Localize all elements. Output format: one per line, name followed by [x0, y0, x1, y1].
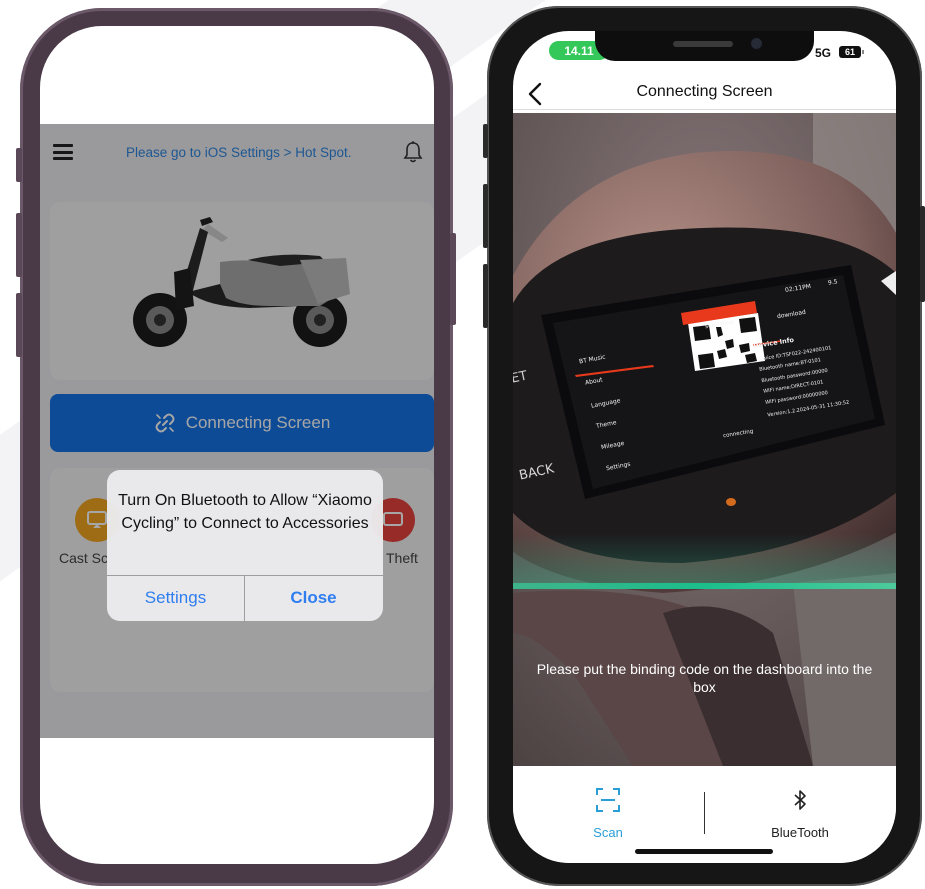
page-title: Connecting Screen	[636, 83, 773, 100]
battery-tip	[862, 50, 864, 54]
front-camera	[751, 38, 762, 49]
tab-scan[interactable]: Scan	[548, 786, 668, 840]
right-phone-screen: 14.11 5G 61 Connecting Screen 02:11PM 9.…	[513, 31, 896, 863]
tab-bluetooth-label: BlueTooth	[771, 825, 829, 840]
side-button	[920, 206, 925, 302]
divider	[513, 109, 896, 110]
scan-line	[513, 583, 896, 589]
scan-icon	[596, 788, 620, 812]
side-button	[16, 213, 22, 277]
side-button	[483, 124, 488, 158]
side-button	[483, 184, 488, 248]
battery-icon: 61	[839, 46, 861, 58]
tab-bluetooth[interactable]: BlueTooth	[740, 786, 860, 840]
dashboard-temp: 9.5	[827, 278, 839, 287]
tab-scan-label: Scan	[593, 825, 623, 840]
notch	[595, 31, 814, 61]
network-indicator: 5G	[815, 46, 832, 60]
side-button	[450, 233, 456, 325]
scan-beam	[513, 533, 896, 589]
home-indicator[interactable]	[635, 849, 773, 854]
bluetooth-alert-dialog: Turn On Bluetooth to Allow “Xiaomo Cycli…	[107, 470, 383, 621]
close-button[interactable]: Close	[245, 575, 382, 621]
scan-instruction: Please put the binding code on the dashb…	[536, 661, 873, 695]
modal-overlay	[40, 124, 434, 738]
settings-button[interactable]: Settings	[107, 575, 244, 621]
speaker	[673, 41, 733, 47]
divider	[704, 792, 705, 834]
side-button	[483, 264, 488, 328]
side-button	[16, 293, 22, 357]
bluetooth-icon	[794, 790, 806, 810]
camera-viewfinder: 02:11PM 9.5 scan bind download BT Music …	[513, 113, 896, 766]
alert-title: Turn On Bluetooth to Allow “Xiaomo Cycli…	[118, 492, 372, 532]
side-button	[16, 148, 22, 182]
left-phone-screen: Please go to iOS Settings > Hot Spot. Co…	[40, 26, 434, 864]
